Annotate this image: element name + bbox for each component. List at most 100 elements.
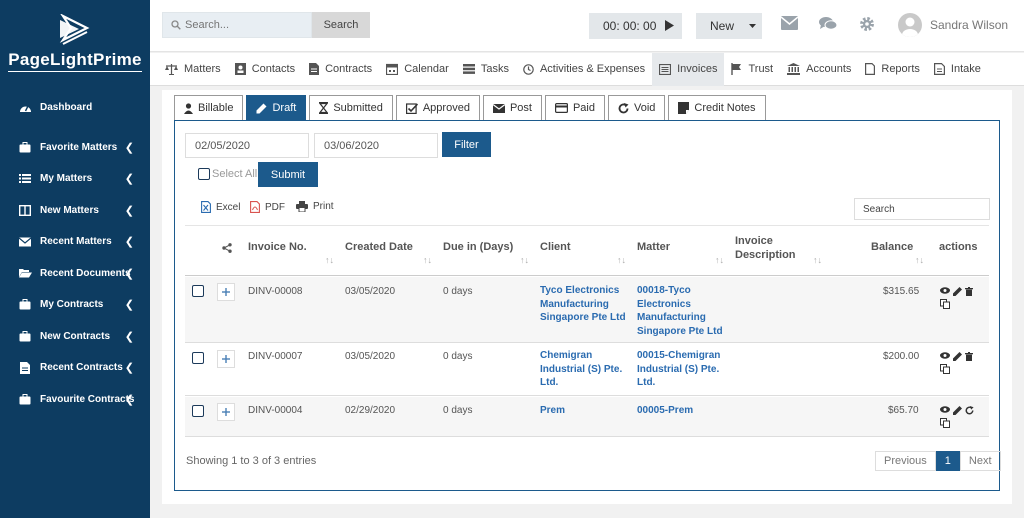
search-input[interactable]: [185, 19, 305, 31]
module-reports[interactable]: Reports: [858, 53, 927, 86]
view-eye-icon[interactable]: [940, 287, 950, 294]
sidebar-item-new-contracts[interactable]: New Contracts ❮: [0, 321, 150, 353]
sort-icon[interactable]: ↑↓: [423, 255, 432, 265]
timer-widget[interactable]: 00: 00: 00: [589, 13, 682, 39]
row-checkbox[interactable]: [192, 352, 204, 364]
select-all-control[interactable]: Select All: [198, 168, 257, 180]
export-pdf-button[interactable]: PDF: [250, 201, 285, 213]
copy-icon[interactable]: [940, 418, 950, 428]
print-button[interactable]: Print: [296, 201, 334, 212]
date-from-input[interactable]: [185, 133, 309, 158]
cell-matter-link[interactable]: 00018-Tyco Electronics Manufacturing Sin…: [637, 284, 727, 338]
module-activities-expenses[interactable]: Activities & Expenses: [516, 53, 652, 86]
sidebar-item-my-contracts[interactable]: My Contracts ❮: [0, 289, 150, 321]
sidebar-item-new-matters[interactable]: New Matters ❮: [0, 195, 150, 227]
module-label: Accounts: [806, 63, 852, 75]
module-contracts[interactable]: Contracts: [302, 53, 379, 86]
module-accounts[interactable]: Accounts: [780, 53, 858, 86]
module-calendar[interactable]: Calendar: [379, 53, 456, 86]
chat-icon[interactable]: [819, 16, 837, 31]
tab-billable[interactable]: Billable: [174, 95, 244, 120]
sort-icon[interactable]: ↑↓: [520, 255, 529, 265]
tab-void[interactable]: Void: [607, 95, 666, 120]
expand-row-button[interactable]: [217, 283, 235, 301]
view-eye-icon[interactable]: [940, 352, 950, 359]
invoice-table-header: Invoice No. ↑↓ Created Date ↑↓ Due in (D…: [185, 234, 989, 276]
filter-button[interactable]: Filter: [442, 132, 491, 157]
search-button[interactable]: Search: [312, 12, 370, 38]
chevron-left-icon: ❮: [124, 330, 134, 343]
row-checkbox[interactable]: [192, 405, 204, 417]
delete-trash-icon[interactable]: [965, 287, 973, 296]
module-trust[interactable]: Trust: [724, 53, 780, 86]
sidebar-item-my-matters[interactable]: My Matters ❮: [0, 163, 150, 195]
col-actions: actions: [939, 241, 978, 253]
cell-matter-link[interactable]: 00005-Prem: [637, 404, 727, 418]
tab-credit-notes[interactable]: Credit Notes: [668, 95, 766, 120]
module-intake[interactable]: Intake: [927, 53, 988, 86]
tab-approved[interactable]: Approved: [395, 95, 480, 120]
sort-icon[interactable]: ↑↓: [915, 255, 924, 265]
row-checkbox[interactable]: [192, 285, 204, 297]
col-due-in[interactable]: Due in (Days): [443, 241, 513, 253]
edit-pencil-icon[interactable]: [953, 352, 962, 361]
tab-submitted[interactable]: Submitted: [309, 95, 393, 120]
refresh-icon[interactable]: [965, 406, 974, 415]
global-search[interactable]: [162, 12, 312, 38]
share-icon[interactable]: [222, 243, 232, 253]
col-balance[interactable]: Balance: [871, 241, 913, 253]
pagination-page-1[interactable]: 1: [935, 451, 960, 471]
edit-pencil-icon[interactable]: [953, 287, 962, 296]
sidebar-item-favourite-contracts[interactable]: Favourite Contracts ❮: [0, 384, 150, 416]
cell-matter-link[interactable]: 00015-Chemigran Industrial (S) Pte. Ltd.: [637, 349, 727, 390]
sidebar-nav: Dashboard Favorite Matters ❮ My Matters …: [0, 92, 150, 415]
submit-button[interactable]: Submit: [258, 162, 318, 187]
tab-draft[interactable]: Draft: [246, 95, 307, 120]
play-icon[interactable]: [665, 20, 674, 31]
tab-paid[interactable]: Paid: [544, 95, 605, 120]
export-excel-button[interactable]: Excel: [201, 201, 240, 213]
brand-logo[interactable]: PageLightPrime: [0, 0, 150, 80]
sort-icon[interactable]: ↑↓: [813, 255, 822, 265]
delete-trash-icon[interactable]: [965, 352, 973, 361]
sidebar-item-dashboard[interactable]: Dashboard: [0, 92, 150, 124]
cell-created-date: 02/29/2020: [345, 405, 396, 416]
pagination-previous[interactable]: Previous: [875, 451, 936, 471]
expand-row-button[interactable]: [217, 403, 235, 421]
edit-pencil-icon[interactable]: [953, 406, 962, 415]
module-tasks[interactable]: Tasks: [456, 53, 516, 86]
expand-row-button[interactable]: [217, 350, 235, 368]
table-search-input[interactable]: Search: [854, 198, 990, 220]
module-invoices[interactable]: Invoices: [652, 52, 725, 86]
date-to-input[interactable]: [314, 133, 438, 158]
copy-icon[interactable]: [940, 364, 950, 374]
pagination-next[interactable]: Next: [959, 451, 1001, 471]
sidebar-item-favorite-matters[interactable]: Favorite Matters ❮: [0, 132, 150, 164]
col-matter[interactable]: Matter: [637, 241, 670, 253]
module-matters[interactable]: Matters: [158, 53, 228, 86]
cell-invoice-no: DINV-00004: [248, 405, 303, 416]
col-client[interactable]: Client: [540, 241, 571, 253]
mail-icon[interactable]: [781, 16, 798, 30]
select-all-checkbox[interactable]: [198, 168, 210, 180]
sidebar-item-recent-contracts[interactable]: Recent Contracts ❮: [0, 352, 150, 384]
sort-icon[interactable]: ↑↓: [325, 255, 334, 265]
cell-client-link[interactable]: Chemigran Industrial (S) Pte. Ltd.: [540, 349, 628, 390]
module-contacts[interactable]: Contacts: [228, 53, 302, 86]
col-invoice-no[interactable]: Invoice No.: [248, 241, 307, 253]
view-eye-icon[interactable]: [940, 406, 950, 413]
cell-client-link[interactable]: Tyco Electronics Manufacturing Singapore…: [540, 284, 628, 325]
cell-client-link[interactable]: Prem: [540, 404, 628, 418]
col-created-date[interactable]: Created Date: [345, 241, 413, 253]
tab-post[interactable]: Post: [482, 95, 542, 120]
sort-icon[interactable]: ↑↓: [617, 255, 626, 265]
user-menu[interactable]: Sandra Wilson: [898, 13, 1008, 37]
copy-icon[interactable]: [940, 299, 950, 309]
col-invoice-description[interactable]: Invoice Description: [735, 234, 805, 262]
sort-icon[interactable]: ↑↓: [715, 255, 724, 265]
sidebar-item-recent-documents[interactable]: Recent Documents ❮: [0, 258, 150, 290]
gear-icon[interactable]: [859, 16, 875, 32]
new-dropdown-button[interactable]: New: [696, 13, 762, 39]
sidebar-item-recent-matters[interactable]: Recent Matters ❮: [0, 226, 150, 258]
calendar-icon: [386, 63, 399, 75]
